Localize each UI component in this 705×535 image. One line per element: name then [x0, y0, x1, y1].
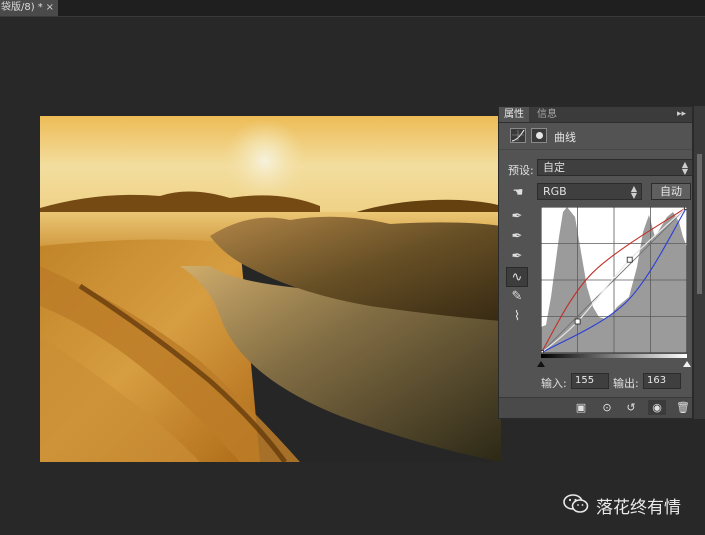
adjustment-header: 曲线 [499, 123, 692, 150]
panel-scrollbar[interactable] [693, 106, 705, 419]
curve-control-point[interactable] [574, 318, 581, 325]
close-icon[interactable]: × [46, 0, 54, 16]
clip-to-layer-icon[interactable]: ▣ [572, 400, 590, 415]
reset-icon[interactable]: ↺ [622, 400, 640, 415]
document-tab-title: 袋版/8) * [1, 2, 43, 13]
tab-properties[interactable]: 属性 [499, 107, 529, 122]
preset-select[interactable]: 自定 ▲ ▼ [537, 159, 693, 176]
input-label: 输入: [541, 377, 567, 390]
select-arrows-icon: ▲ ▼ [681, 160, 688, 176]
layer-mask-icon[interactable] [531, 128, 547, 143]
preset-label: 预设: [508, 164, 534, 177]
document-tab[interactable]: 袋版/8) * × [0, 0, 58, 16]
preset-value: 自定 [543, 161, 565, 174]
curve-tools: ✒ ✒ ✒ ∿ ✎ ⌇ [506, 207, 528, 327]
panel-footer: ▣ ⊙ ↺ ◉ 🗑 [499, 397, 692, 418]
view-previous-state-icon[interactable]: ⊙ [598, 400, 616, 415]
output-value-field[interactable]: 163 [643, 373, 681, 389]
black-point-slider[interactable] [537, 361, 545, 367]
delete-icon[interactable]: 🗑 [674, 400, 692, 415]
panel-tab-bar: 属性 信息 ▸▸ [499, 107, 692, 123]
curve-control-point[interactable] [626, 256, 633, 263]
sample-black-eyedropper-icon[interactable]: ✒ [506, 207, 528, 227]
smooth-curve-icon[interactable]: ⌇ [506, 307, 528, 327]
channel-value: RGB [543, 185, 567, 198]
white-point-slider[interactable] [683, 361, 691, 367]
scrollbar-thumb[interactable] [697, 154, 702, 294]
panel-menu-icon[interactable]: ▸▸ [677, 107, 686, 122]
wechat-icon [563, 494, 589, 513]
document-tab-bar: 袋版/8) * × [0, 0, 705, 17]
canvas-image[interactable] [40, 116, 501, 462]
visibility-eye-icon[interactable]: ◉ [648, 400, 666, 415]
properties-panel: 属性 信息 ▸▸ 曲线 预设: 自定 ▲ ▼ ☚ RGB ▲ ▼ 自动 ✒ ✒ ✒ … [498, 106, 693, 419]
select-arrows-icon: ▲ ▼ [630, 184, 637, 200]
edit-points-curve-icon[interactable]: ∿ [506, 267, 528, 287]
pencil-draw-icon[interactable]: ✎ [506, 287, 528, 307]
adjustment-title: 曲线 [554, 131, 576, 144]
on-image-adjust-icon[interactable]: ☚ [508, 184, 528, 200]
output-label: 输出: [613, 377, 639, 390]
input-value-field[interactable]: 155 [571, 373, 609, 389]
auto-button[interactable]: 自动 [651, 183, 691, 200]
channel-select[interactable]: RGB ▲ ▼ [537, 183, 642, 200]
tab-info[interactable]: 信息 [532, 107, 562, 122]
watermark-text: 落花终有情 [596, 498, 681, 518]
curves-graph[interactable] [537, 204, 691, 367]
sunset-beach-photo [40, 116, 501, 462]
curves-adjustment-icon [510, 128, 526, 143]
sample-gray-eyedropper-icon[interactable]: ✒ [506, 227, 528, 247]
sample-white-eyedropper-icon[interactable]: ✒ [506, 247, 528, 267]
